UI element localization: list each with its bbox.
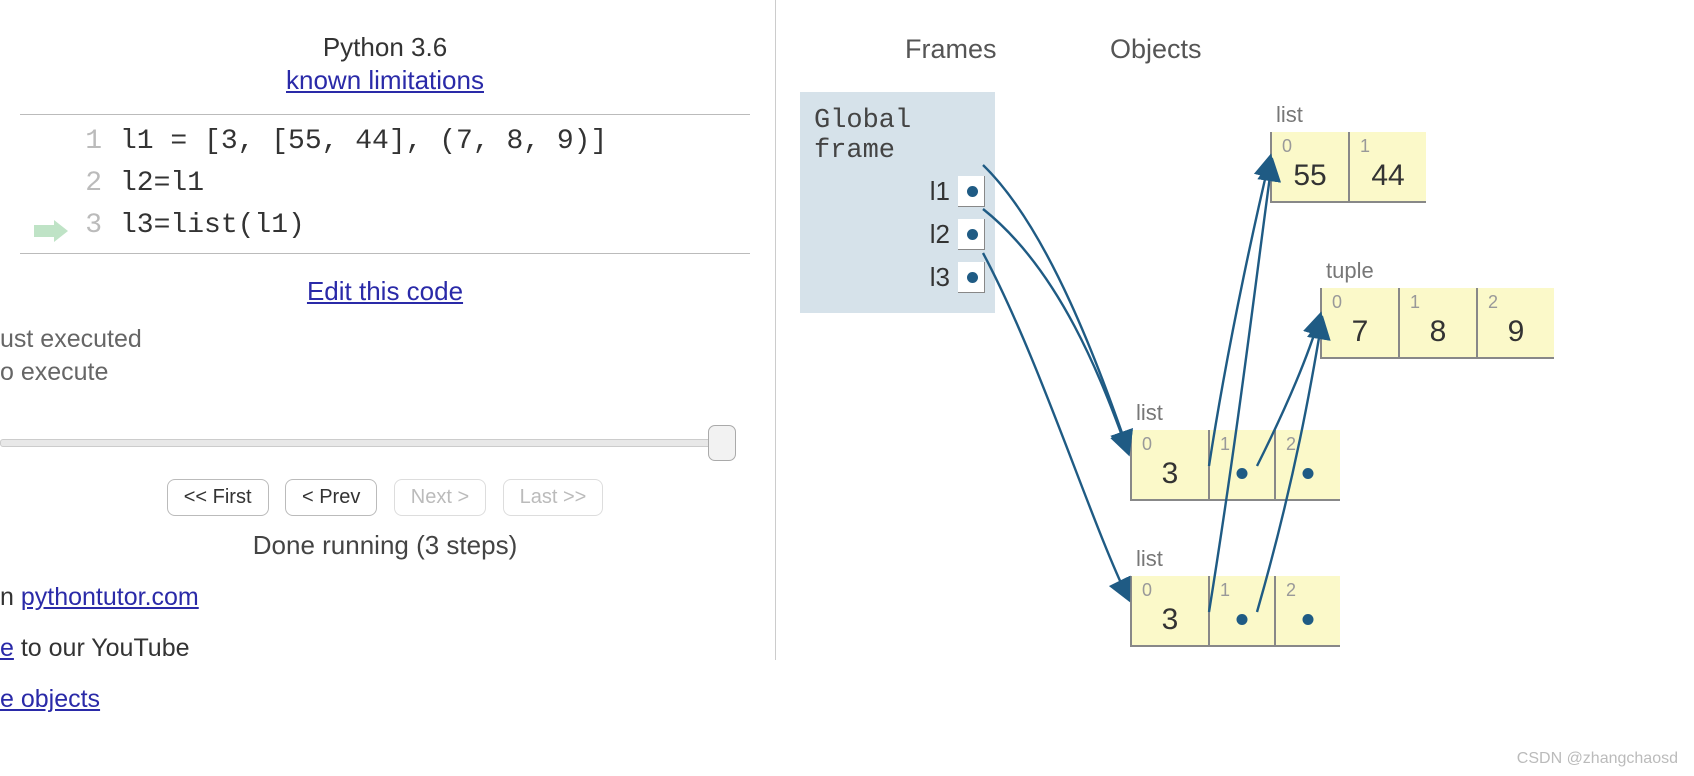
- current-line-arrow-icon: [34, 215, 68, 257]
- prev-button[interactable]: < Prev: [285, 479, 377, 516]
- object-type-label: tuple: [1326, 258, 1554, 284]
- pointer-dot-icon: [1237, 468, 1248, 479]
- pointer-dot-icon: [967, 186, 978, 197]
- objects-header: Objects: [1110, 34, 1202, 65]
- footer-links: n pythontutor.com e to our YouTube e obj…: [0, 583, 770, 714]
- cell: 055: [1270, 132, 1348, 203]
- step-slider[interactable]: [0, 423, 740, 461]
- code-listing: 1 l1 = [3, [55, 44], (7, 8, 9)] 2 l2=l1 …: [20, 114, 750, 254]
- known-limitations-link[interactable]: known limitations: [286, 65, 484, 95]
- frames-header: Frames: [905, 34, 997, 65]
- cell: 144: [1348, 132, 1426, 203]
- pointer-dot-icon: [967, 229, 978, 240]
- cell-pointer: 2: [1274, 430, 1340, 501]
- var-name: l3: [930, 262, 950, 293]
- to-execute-label: o execute: [0, 358, 770, 387]
- first-button[interactable]: << First: [167, 479, 269, 516]
- watermark: CSDN @zhangchaosd: [1517, 750, 1678, 768]
- pythontutor-link[interactable]: pythontutor.com: [21, 583, 199, 611]
- youtube-link[interactable]: e: [0, 634, 14, 662]
- object-type-label: list: [1136, 400, 1340, 426]
- object-tuple: tuple 07 18 29: [1320, 258, 1554, 359]
- object-inner-list: list 055 144: [1270, 102, 1426, 203]
- python-version: Python 3.6: [0, 32, 770, 63]
- line-number: 2: [20, 163, 120, 205]
- slider-thumb[interactable]: [708, 425, 736, 461]
- vertical-divider: [775, 0, 776, 660]
- frame-title: Global frame: [800, 102, 995, 170]
- left-panel: Python 3.6 known limitations 1 l1 = [3, …: [0, 0, 770, 776]
- var-pointer-box: [958, 262, 985, 293]
- object-type-label: list: [1136, 546, 1340, 572]
- cell: 18: [1398, 288, 1476, 359]
- pointer-dot-icon: [1237, 614, 1248, 625]
- object-list-a: list 03 1 2: [1130, 400, 1340, 501]
- cell-pointer: 1: [1208, 576, 1274, 647]
- objects-link[interactable]: e objects: [0, 685, 100, 713]
- cell-pointer: 2: [1274, 576, 1340, 647]
- var-name: l2: [930, 219, 950, 250]
- code-line: 3 l3=list(l1): [20, 205, 750, 247]
- pointer-dot-icon: [967, 272, 978, 283]
- just-executed-label: ust executed: [0, 325, 770, 354]
- line-number: 3: [20, 205, 120, 247]
- global-frame: Global frame l1 l2 l3: [800, 92, 995, 313]
- cell: 29: [1476, 288, 1554, 359]
- var-row: l1: [800, 170, 995, 213]
- cell: 07: [1320, 288, 1398, 359]
- var-row: l3: [800, 256, 995, 299]
- object-type-label: list: [1276, 102, 1426, 128]
- next-button: Next >: [394, 479, 486, 516]
- line-number: 1: [20, 121, 120, 163]
- slider-track: [0, 439, 720, 447]
- step-buttons: << First < Prev Next > Last >>: [0, 479, 770, 516]
- execution-status: ust executed o execute: [0, 325, 770, 387]
- cell-pointer: 1: [1208, 430, 1274, 501]
- code-line: 1 l1 = [3, [55, 44], (7, 8, 9)]: [20, 121, 750, 163]
- object-list-b: list 03 1 2: [1130, 546, 1340, 647]
- var-row: l2: [800, 213, 995, 256]
- code-line: 2 l2=l1: [20, 163, 750, 205]
- cell: 03: [1130, 576, 1208, 647]
- pointer-dot-icon: [1303, 614, 1314, 625]
- edit-code-link[interactable]: Edit this code: [307, 276, 463, 306]
- var-pointer-box: [958, 219, 985, 250]
- right-panel: Frames Objects Global frame l1 l2 l3 lis…: [790, 0, 1694, 776]
- code-text: l3=list(l1): [120, 205, 305, 247]
- code-text: l1 = [3, [55, 44], (7, 8, 9)]: [120, 121, 607, 163]
- done-label: Done running (3 steps): [0, 530, 770, 561]
- last-button: Last >>: [503, 479, 604, 516]
- pointer-dot-icon: [1303, 468, 1314, 479]
- code-text: l2=l1: [120, 163, 204, 205]
- var-name: l1: [930, 176, 950, 207]
- cell: 03: [1130, 430, 1208, 501]
- var-pointer-box: [958, 176, 985, 207]
